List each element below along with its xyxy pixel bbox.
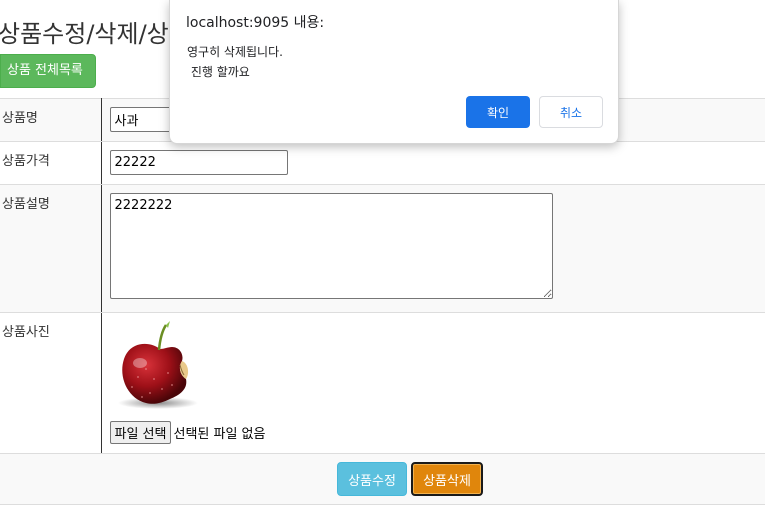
photo-label: 상품사진 xyxy=(0,312,102,454)
price-row: 상품가격 xyxy=(0,141,765,185)
apple-image xyxy=(117,321,198,409)
update-product-button[interactable]: 상품수정 xyxy=(337,462,407,496)
file-status-text: 선택된 파일 없음 xyxy=(173,427,266,442)
product-list-button[interactable]: 상품 전체목록 xyxy=(0,54,96,88)
delete-product-button[interactable]: 상품삭제 xyxy=(411,462,483,496)
confirm-dialog: localhost:9095 내용: 영구히 삭제됩니다. 진행 할까요 확인 … xyxy=(169,0,619,144)
price-label: 상품가격 xyxy=(0,141,102,185)
dialog-ok-button[interactable]: 확인 xyxy=(466,96,530,128)
dialog-message: 영구히 삭제됩니다. 진행 할까요 xyxy=(187,45,283,79)
file-select-button[interactable]: 파일 선택 xyxy=(109,421,172,444)
dialog-title: localhost:9095 내용: xyxy=(186,15,325,31)
page-title: 상품수정/삭제/상 xyxy=(0,20,169,48)
description-textarea[interactable]: 2222222 xyxy=(109,193,553,299)
description-label: 상품설명 xyxy=(0,184,102,313)
dialog-cancel-button[interactable]: 취소 xyxy=(539,96,603,128)
price-input[interactable] xyxy=(109,150,288,175)
action-row: 상품수정 상품삭제 xyxy=(0,453,765,505)
photo-row: 상품사진 파일 선택 선택된 파일 없음 xyxy=(0,312,765,454)
description-row: 상품설명 2222222 xyxy=(0,184,765,313)
product-form-table: 상품명 상품가격 상품설명 2222222 상품사진 xyxy=(0,98,765,505)
name-label: 상품명 xyxy=(0,98,102,142)
